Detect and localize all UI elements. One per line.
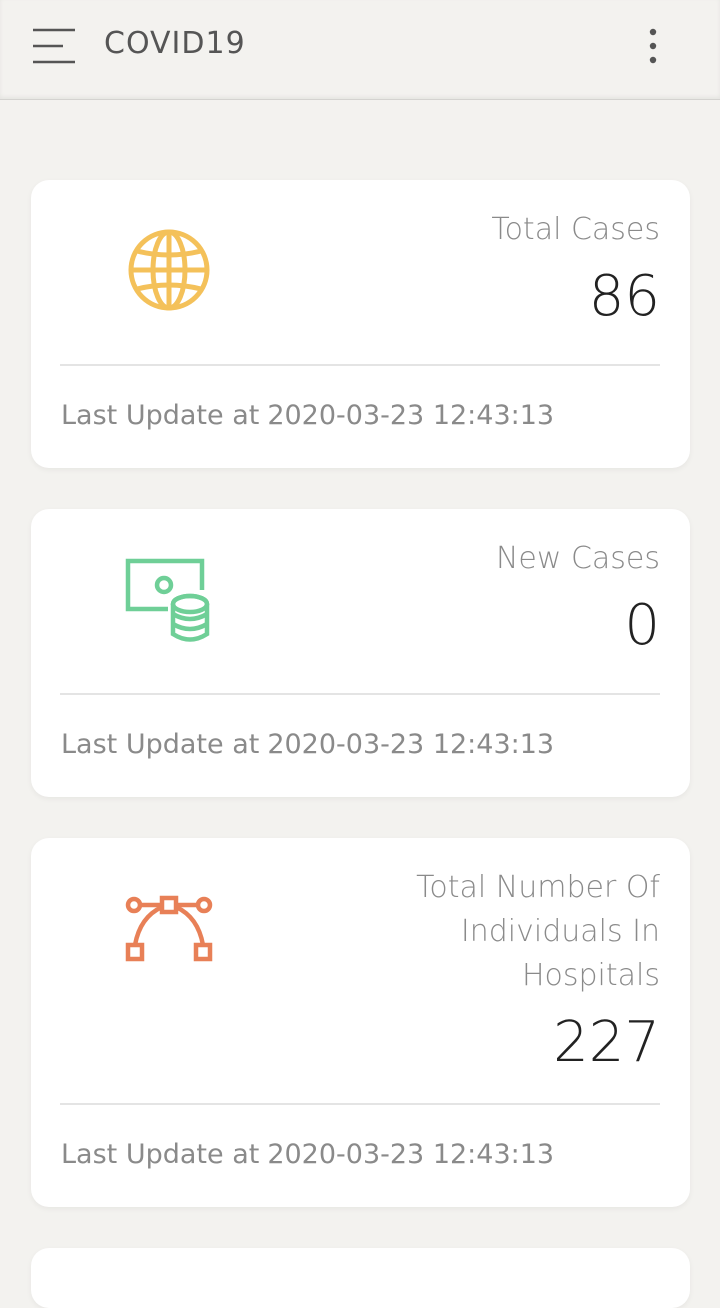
stat-value: 86	[588, 264, 660, 329]
stat-card-new-cases[interactable]: New Cases 0 Last Update at 2020-03-23 12:…	[31, 509, 690, 797]
last-update-label: Last Update at	[61, 729, 260, 760]
stat-label: Total Number Of Individuals In Hospitals	[416, 870, 660, 993]
card-divider	[60, 693, 660, 695]
app-title: COVID19	[104, 26, 246, 61]
last-update-text: Last Update at 2020-03-23 12:43:13	[61, 1139, 554, 1170]
last-update-text: Last Update at 2020-03-23 12:43:13	[61, 400, 554, 431]
stat-value: 0	[624, 593, 660, 658]
more-options-button[interactable]	[628, 20, 678, 72]
last-update-time: 2020-03-23 12:43:13	[267, 1139, 555, 1170]
card-divider	[60, 364, 660, 366]
bezier-curve-icon	[123, 882, 215, 974]
hamburger-menu-icon	[33, 28, 75, 64]
last-update-label: Last Update at	[61, 400, 260, 431]
stat-label: New Cases	[495, 541, 660, 576]
stat-card-hospitals[interactable]: Total Number Of Individuals In Hospitals…	[31, 838, 690, 1207]
stat-card-next[interactable]	[31, 1248, 690, 1308]
stat-value: 227	[553, 1010, 660, 1075]
last-update-time: 2020-03-23 12:43:13	[267, 729, 555, 760]
last-update-time: 2020-03-23 12:43:13	[267, 400, 555, 431]
last-update-label: Last Update at	[61, 1139, 260, 1170]
money-stack-icon	[123, 553, 215, 645]
app-bar: COVID19	[0, 0, 720, 100]
more-vertical-icon	[649, 28, 657, 64]
last-update-text: Last Update at 2020-03-23 12:43:13	[61, 729, 554, 760]
menu-button[interactable]	[22, 20, 86, 72]
stat-label: Total Cases	[491, 212, 660, 247]
globe-icon	[123, 224, 215, 316]
stat-card-total-cases[interactable]: Total Cases 86 Last Update at 2020-03-23 …	[31, 180, 690, 468]
card-divider	[60, 1103, 660, 1105]
